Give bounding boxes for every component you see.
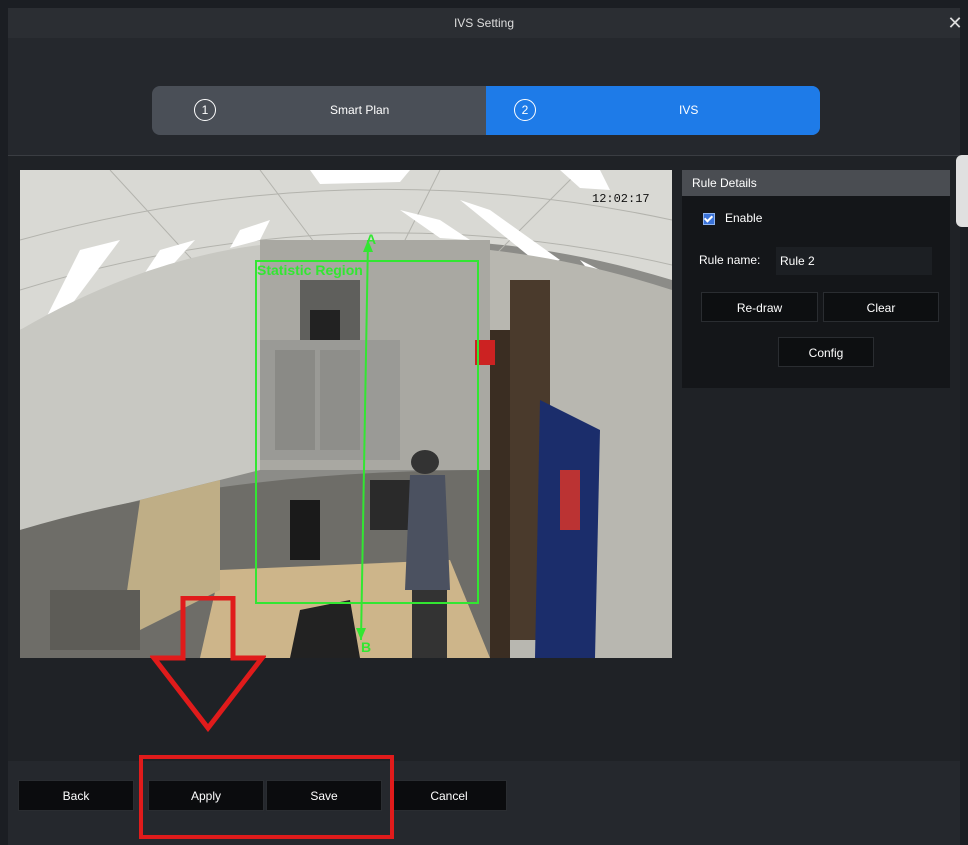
enable-checkbox-row[interactable]: Enable <box>703 207 762 229</box>
step-smart-plan[interactable]: 1 Smart Plan <box>152 86 486 135</box>
camera-scene-image <box>20 170 672 658</box>
config-button[interactable]: Config <box>778 337 874 367</box>
step-label: Smart Plan <box>330 103 390 117</box>
wizard-stepper: 1 Smart Plan 2 IVS <box>152 86 820 135</box>
highlight-box-annotation <box>139 755 394 839</box>
step-ivs[interactable]: 2 IVS <box>486 86 820 135</box>
window-title: IVS Setting <box>453 16 515 30</box>
redraw-button[interactable]: Re-draw <box>701 292 818 322</box>
enable-label: Enable <box>725 211 763 225</box>
step-number-icon: 1 <box>194 99 216 121</box>
rule-name-label: Rule name: <box>699 253 761 267</box>
line-point-b: B <box>361 639 372 655</box>
video-timestamp: 12:02:17 <box>592 192 650 206</box>
step-label: IVS <box>679 103 699 117</box>
clear-button[interactable]: Clear <box>823 292 939 322</box>
title-bar: IVS Setting ✕ <box>8 8 963 38</box>
back-button[interactable]: Back <box>18 780 134 811</box>
cancel-button[interactable]: Cancel <box>391 780 507 811</box>
side-scroll-handle[interactable] <box>956 155 968 227</box>
close-icon[interactable]: ✕ <box>944 12 966 34</box>
rule-details-header: Rule Details <box>682 170 950 196</box>
down-arrow-annotation-icon <box>150 596 266 732</box>
line-point-a: A <box>366 231 377 247</box>
rule-name-input[interactable] <box>776 247 932 275</box>
camera-preview[interactable]: 12:02:17 Statistic Region A B <box>20 170 672 658</box>
statistic-region-label: Statistic Region <box>257 262 363 278</box>
enable-checkbox[interactable] <box>703 212 715 225</box>
step-number-icon: 2 <box>514 99 536 121</box>
